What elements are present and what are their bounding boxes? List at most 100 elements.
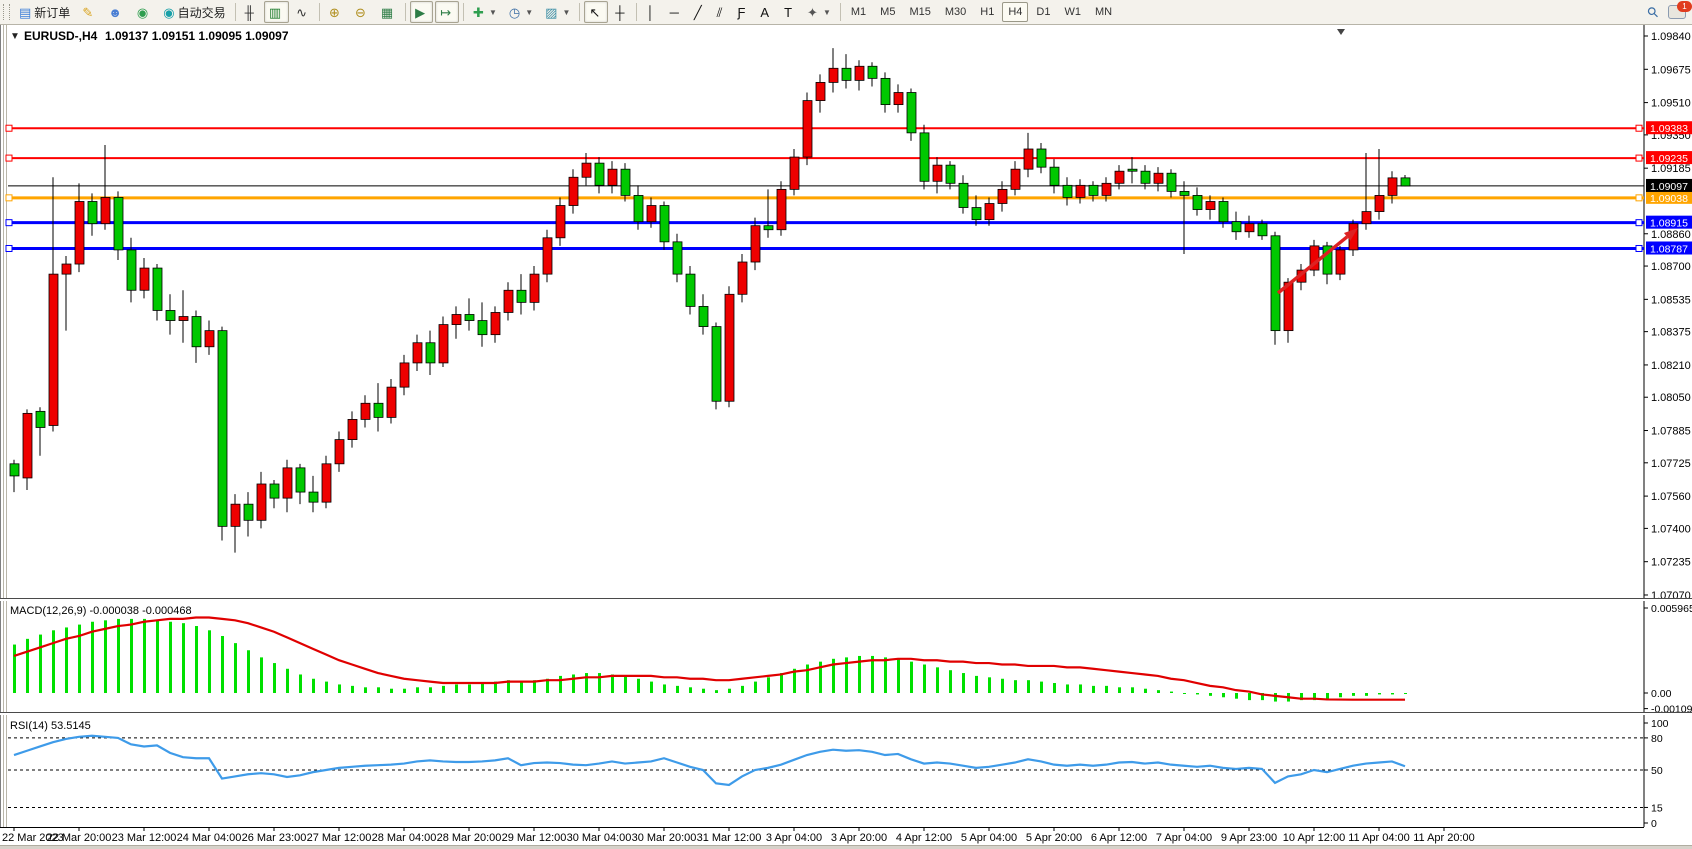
- toolbar-separator: [840, 3, 841, 21]
- timeframe-button-m1[interactable]: M1: [845, 2, 872, 22]
- macd-histogram-bar: [1105, 686, 1108, 693]
- candle-body: [114, 197, 123, 249]
- shapes-icon: ✦: [807, 6, 818, 19]
- text-label-button[interactable]: T: [779, 1, 800, 23]
- periods-button[interactable]: ◷▼: [504, 1, 538, 23]
- candle-body: [192, 317, 201, 347]
- candle-body: [712, 327, 721, 402]
- main-chart-pane[interactable]: 1.098401.096751.095101.093501.091851.088…: [0, 25, 1692, 598]
- candle-body: [413, 343, 422, 363]
- toolbar-separator: [636, 3, 637, 21]
- chat-icon[interactable]: 1: [1668, 5, 1686, 19]
- trendline-button[interactable]: ╱: [689, 1, 710, 23]
- line-handle[interactable]: [6, 245, 12, 251]
- equidistant-channel-button[interactable]: ⫽: [712, 1, 731, 23]
- line-handle[interactable]: [6, 125, 12, 131]
- macd-pane[interactable]: 0.0059650.00-0.001096MACD(12,26,9) -0.00…: [0, 601, 1692, 712]
- horizontal-line-button[interactable]: ─: [665, 1, 687, 23]
- new-order-button[interactable]: ▤新订单: [14, 1, 75, 23]
- timeframe-button-w1[interactable]: W1: [1058, 2, 1087, 22]
- candle-body: [1024, 149, 1033, 169]
- tile-windows-button[interactable]: ▦: [376, 1, 401, 23]
- candlestick-type-button[interactable]: ▥: [264, 1, 289, 23]
- line-chart-type-button[interactable]: ∿: [291, 1, 315, 23]
- timeframe-button-mn[interactable]: MN: [1089, 2, 1118, 22]
- chart-shift-icon: ↦: [440, 6, 451, 19]
- macd-histogram-bar: [1352, 693, 1355, 696]
- candle-body: [10, 464, 19, 476]
- candle-body: [855, 66, 864, 80]
- zoom-out-button[interactable]: ⊖: [350, 1, 374, 23]
- rsi-pane[interactable]: 1008050150RSI(14) 53.5145: [0, 715, 1692, 827]
- macd-histogram-bar: [442, 686, 445, 693]
- crosshair-button[interactable]: ┼: [610, 1, 632, 23]
- fibonacci-button[interactable]: Ƒ: [732, 1, 753, 23]
- line-handle[interactable]: [6, 195, 12, 201]
- price-tick-label: 1.07725: [1651, 458, 1691, 470]
- timeframe-button-h4[interactable]: H4: [1002, 2, 1028, 22]
- macd-histogram-bar: [988, 677, 991, 693]
- candle-body: [660, 206, 669, 242]
- chart-shift-button[interactable]: ↦: [435, 1, 459, 23]
- price-tick-label: 1.09840: [1651, 31, 1691, 43]
- line-handle[interactable]: [1636, 245, 1642, 251]
- timeframe-button-d1[interactable]: D1: [1030, 2, 1056, 22]
- macd-histogram-bar: [520, 682, 523, 693]
- line-handle[interactable]: [1636, 220, 1642, 226]
- price-tick-label: 1.08860: [1651, 229, 1691, 241]
- signals-button[interactable]: ◉: [132, 1, 156, 23]
- candle-body: [517, 290, 526, 302]
- candle-body: [465, 314, 474, 320]
- macd-histogram-bar: [52, 630, 55, 693]
- price-tick-label: 1.07235: [1651, 557, 1691, 569]
- line-handle[interactable]: [1636, 125, 1642, 131]
- rsi-axis-label: 15: [1651, 802, 1663, 814]
- cursor-button[interactable]: ↖: [584, 1, 608, 23]
- price-tick-label: 1.07070: [1651, 590, 1691, 598]
- candle-body: [829, 68, 838, 82]
- line-handle[interactable]: [6, 220, 12, 226]
- candle-body: [1050, 167, 1059, 185]
- periods-icon: ◷: [509, 6, 520, 19]
- line-handle[interactable]: [1636, 195, 1642, 201]
- chart-collapse-icon[interactable]: ▼: [10, 31, 20, 42]
- macd-histogram-bar: [429, 687, 432, 693]
- timeframe-button-h1[interactable]: H1: [974, 2, 1000, 22]
- auto-scroll-button[interactable]: ▶: [410, 1, 433, 23]
- styler-button[interactable]: ✎: [77, 1, 101, 23]
- indicators-button[interactable]: ✚▼: [468, 1, 502, 23]
- signals-icon: ◉: [137, 6, 148, 19]
- search-icon[interactable]: ⚲: [1643, 2, 1662, 21]
- zoom-out-icon: ⊖: [355, 6, 366, 19]
- line-handle[interactable]: [6, 155, 12, 161]
- macd-histogram-bar: [104, 620, 107, 693]
- candle-body: [1037, 149, 1046, 167]
- candle-body: [1128, 169, 1137, 171]
- candle-body: [140, 268, 149, 290]
- candle-body: [1115, 171, 1124, 183]
- macd-histogram-bar: [208, 630, 211, 693]
- candle-body: [933, 165, 942, 181]
- time-axis[interactable]: 22 Mar 202322 Mar 20:0023 Mar 12:0024 Ma…: [0, 827, 1692, 845]
- auto-trading-button[interactable]: ◉自动交易: [158, 1, 230, 23]
- macd-histogram-bar: [1118, 687, 1121, 693]
- templates-button[interactable]: ▨▼: [540, 1, 575, 23]
- candle-body: [75, 201, 84, 264]
- time-tick-label: 5 Apr 04:00: [961, 832, 1017, 844]
- market-watch-button[interactable]: ☻: [103, 1, 130, 23]
- timeframe-button-m5[interactable]: M5: [874, 2, 901, 22]
- zoom-in-button[interactable]: ⊕: [324, 1, 348, 23]
- bar-chart-type-button[interactable]: ╫: [240, 1, 262, 23]
- line-handle[interactable]: [1636, 155, 1642, 161]
- macd-histogram-bar: [1339, 693, 1342, 697]
- cursor-icon: ↖: [589, 6, 600, 19]
- vertical-line-button[interactable]: │: [641, 1, 662, 23]
- macd-histogram-bar: [169, 622, 172, 693]
- text-button[interactable]: A: [755, 1, 777, 23]
- candle-body: [842, 68, 851, 80]
- macd-histogram-bar: [1079, 684, 1082, 693]
- timeframe-button-m15[interactable]: M15: [903, 2, 936, 22]
- timeframe-button-m30[interactable]: M30: [939, 2, 972, 22]
- shapes-button[interactable]: ✦▼: [802, 1, 836, 23]
- candle-body: [452, 314, 461, 324]
